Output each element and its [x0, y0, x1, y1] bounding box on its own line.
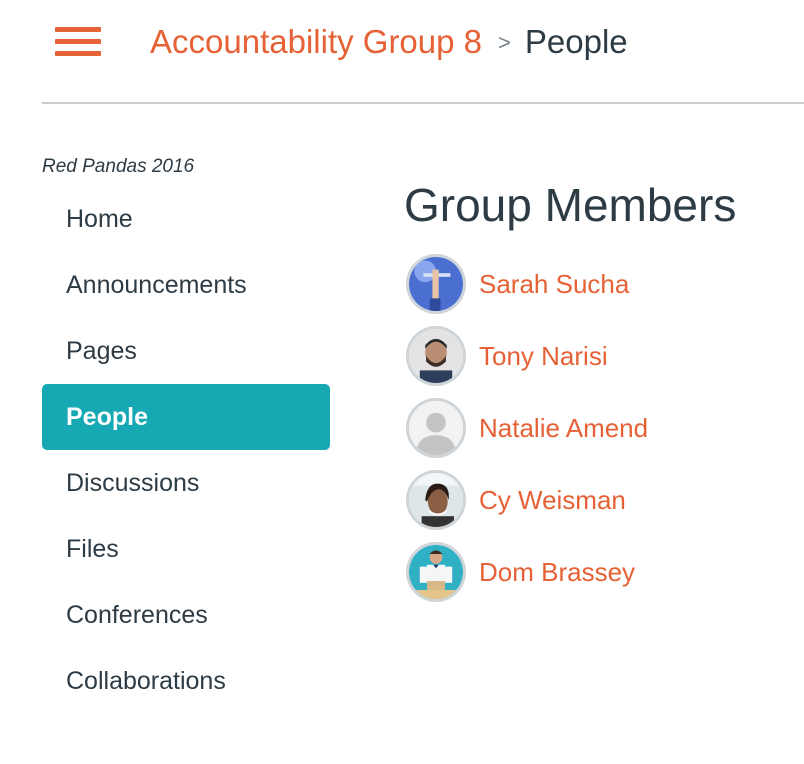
page-title: Group Members — [404, 179, 737, 231]
avatar[interactable] — [406, 254, 466, 314]
sidebar-item-people[interactable]: People — [42, 384, 330, 450]
sidebar-item-collaborations[interactable]: Collaborations — [42, 648, 330, 714]
group-members-list: Sarah Sucha Tony Narisi Natalie Amend Cy… — [406, 254, 648, 614]
list-item: Sarah Sucha — [406, 254, 648, 326]
list-item: Natalie Amend — [406, 398, 648, 470]
sidebar-item-home[interactable]: Home — [42, 186, 330, 252]
member-name-link[interactable]: Dom Brassey — [479, 539, 635, 605]
member-name-link[interactable]: Tony Narisi — [479, 323, 608, 389]
chevron-right-icon: > — [498, 30, 511, 55]
member-name-link[interactable]: Sarah Sucha — [479, 251, 629, 317]
member-name-link[interactable]: Cy Weisman — [479, 467, 626, 533]
sidebar-context-label: Red Pandas 2016 — [42, 156, 195, 177]
top-header: Accountability Group 8 > People — [0, 0, 804, 103]
breadcrumb-group-link[interactable]: Accountability Group 8 — [150, 23, 482, 60]
avatar[interactable] — [406, 542, 466, 602]
list-item: Dom Brassey — [406, 542, 648, 614]
list-item: Cy Weisman — [406, 470, 648, 542]
sidebar-item-discussions[interactable]: Discussions — [42, 450, 330, 516]
avatar[interactable] — [406, 470, 466, 530]
sidebar-item-pages[interactable]: Pages — [42, 318, 330, 384]
avatar[interactable] — [406, 398, 466, 458]
hamburger-menu-icon[interactable] — [55, 27, 101, 57]
avatar[interactable] — [406, 326, 466, 386]
header-divider — [42, 102, 804, 104]
breadcrumb: Accountability Group 8 > People — [150, 20, 628, 68]
list-item: Tony Narisi — [406, 326, 648, 398]
sidebar-nav: Home Announcements Pages People Discussi… — [42, 186, 330, 714]
breadcrumb-current: People — [524, 23, 628, 60]
sidebar-item-announcements[interactable]: Announcements — [42, 252, 330, 318]
member-name-link[interactable]: Natalie Amend — [479, 395, 648, 461]
sidebar-item-files[interactable]: Files — [42, 516, 330, 582]
sidebar-item-conferences[interactable]: Conferences — [42, 582, 330, 648]
